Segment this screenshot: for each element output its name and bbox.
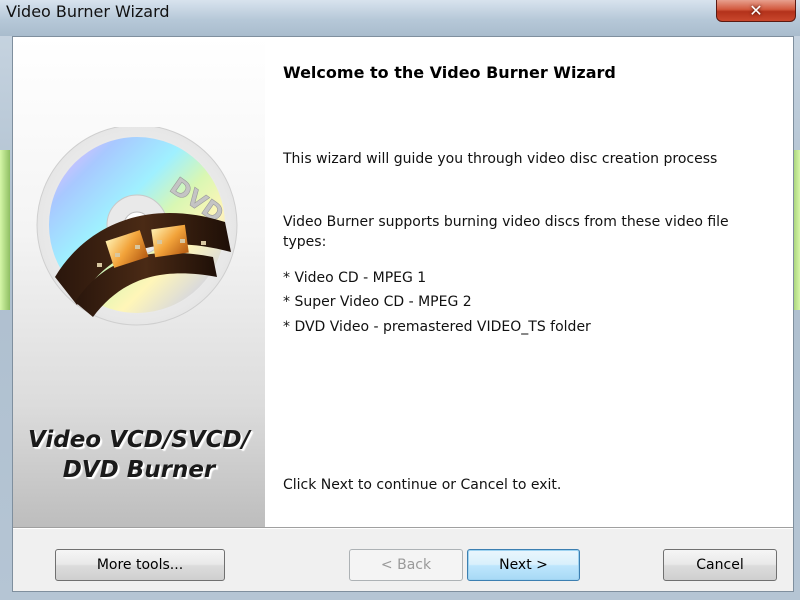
dvd-disc-film-icon: DVD	[36, 127, 238, 326]
title-bar[interactable]: Video Burner Wizard ✕	[0, 0, 800, 36]
button-area-divider	[13, 527, 793, 529]
wizard-client-area: DVD Video VCD/SVCD/ DVD Burner Welcome t…	[12, 36, 794, 592]
close-icon: ✕	[749, 0, 763, 20]
wizard-banner-panel: DVD Video VCD/SVCD/ DVD Burner	[13, 37, 265, 527]
format-item-svcd: * Super Video CD - MPEG 2	[283, 294, 472, 310]
product-name: Video VCD/SVCD/ DVD Burner	[13, 425, 265, 485]
wizard-content-panel: Welcome to the Video Burner Wizard This …	[265, 37, 793, 527]
window-edge-glow-left	[0, 150, 10, 310]
cancel-button[interactable]: Cancel	[663, 549, 777, 581]
close-button[interactable]: ✕	[716, 0, 796, 22]
product-name-line-2: DVD Burner	[62, 457, 216, 483]
footer-hint-text: Click Next to continue or Cancel to exit…	[283, 477, 562, 493]
supports-text: Video Burner supports burning video disc…	[283, 214, 729, 250]
format-item-vcd: * Video CD - MPEG 1	[283, 270, 427, 286]
format-item-dvd: * DVD Video - premastered VIDEO_TS folde…	[283, 319, 591, 335]
back-button[interactable]: < Back	[349, 549, 463, 581]
wizard-window: Video Burner Wizard ✕ DVD Video VCD/SVCD…	[0, 0, 800, 600]
next-button[interactable]: Next >	[467, 549, 580, 581]
more-tools-button[interactable]: More tools...	[55, 549, 225, 581]
intro-text: This wizard will guide you through video…	[283, 151, 718, 167]
product-name-line-1: Video VCD/SVCD/	[27, 427, 251, 453]
page-heading: Welcome to the Video Burner Wizard	[283, 63, 616, 82]
window-title: Video Burner Wizard	[6, 2, 170, 21]
